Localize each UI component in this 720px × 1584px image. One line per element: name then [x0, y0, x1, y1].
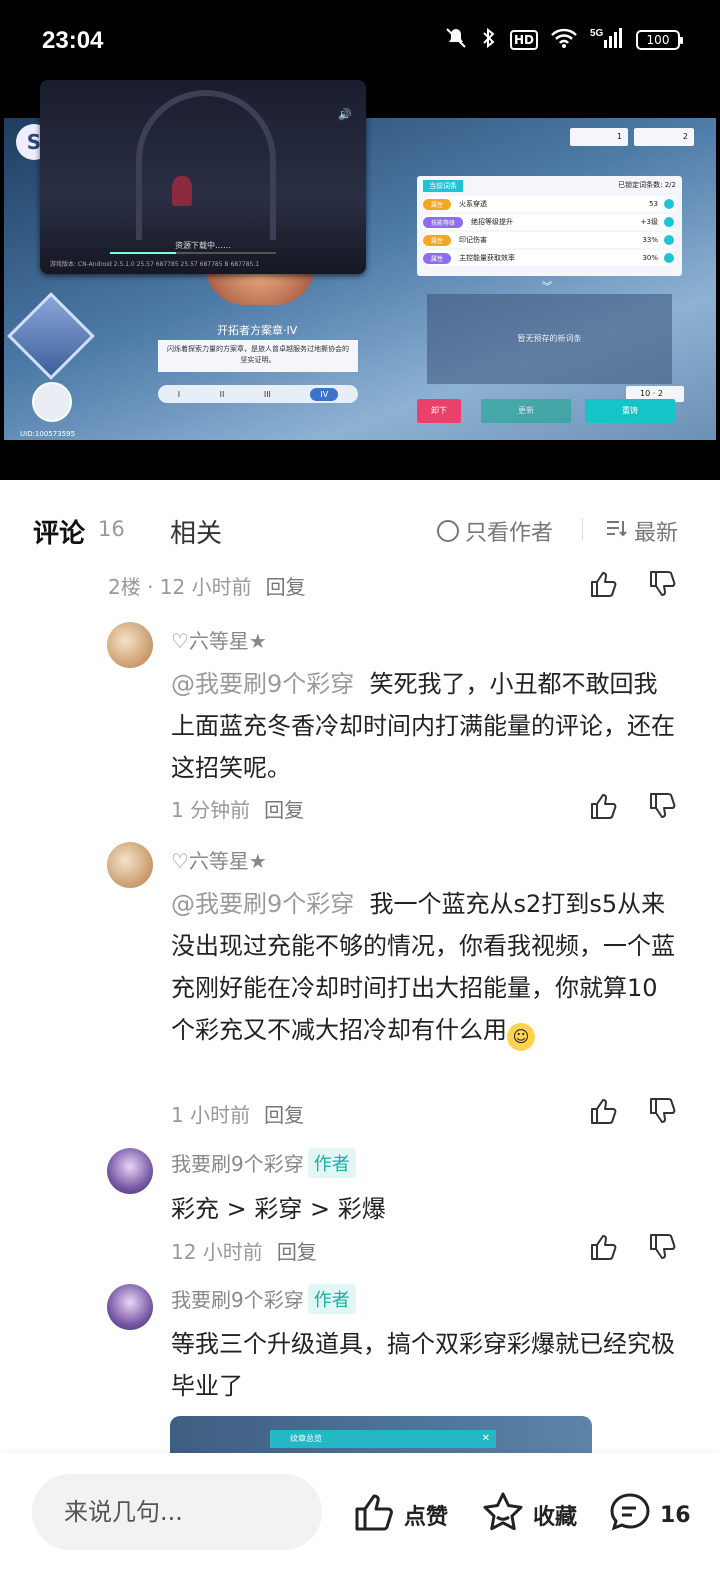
recast-button: 重铸 [585, 399, 675, 423]
favorite-button[interactable]: 收藏 [481, 1490, 577, 1540]
lock-icon [664, 253, 674, 263]
mention[interactable]: @我要刷9个彩穿 [171, 890, 354, 918]
empty-affix: 暂无预存的新词条 [427, 294, 672, 384]
hd-icon: HD [509, 30, 538, 50]
pip-info: 游戏版本: CN-Android 2.5.1.0 25.57 687785 25… [50, 261, 260, 268]
comment-meta: 12 小时前 回复 [171, 1240, 317, 1264]
chevron-down-icon: ︾ [542, 282, 552, 293]
volume-icon[interactable]: 🔊 [338, 108, 352, 121]
comment-meta: 1 分钟前 回复 [171, 798, 305, 822]
panel-locked: 已锁定词条数: 2/2 [618, 181, 676, 189]
level-4: IV [310, 387, 339, 401]
bluetooth-icon [480, 26, 498, 54]
like-icon[interactable] [589, 792, 619, 820]
signal-icon: 5G [590, 26, 624, 54]
counter-1: 1 [570, 128, 628, 146]
unload-button: 卸下 [417, 399, 461, 423]
comment-text: 等我三个升级道具，搞个双彩穿彩爆就已经究极毕业了 [171, 1330, 675, 1400]
smile-emoji-icon: ☺ [507, 1023, 535, 1051]
reply-button[interactable]: 回复 [264, 1103, 304, 1127]
comment-username[interactable]: ♡六等星★ [171, 625, 267, 654]
author-badge: 作者 [307, 1148, 356, 1178]
network-label: 5G [590, 28, 604, 39]
like-button[interactable]: 点赞 [352, 1490, 448, 1540]
like-icon [352, 1490, 396, 1540]
mute-icon [444, 26, 468, 54]
affix-row: 属性 主控能量获取效率 30% [423, 250, 676, 266]
dislike-icon[interactable] [648, 570, 678, 598]
avatar[interactable] [107, 842, 153, 888]
divider [582, 518, 583, 540]
like-icon[interactable] [589, 1097, 619, 1125]
wifi-icon [550, 27, 578, 53]
pip-progress [110, 252, 276, 254]
lock-icon [664, 217, 674, 227]
level-selector: I II III IV [158, 385, 358, 403]
avatar[interactable] [107, 1148, 153, 1194]
comment-username[interactable]: 我要刷9个彩穿 作者 [171, 1148, 356, 1178]
affix-row: 属性 印记伤害 33% [423, 232, 676, 248]
counter-2: 2 [634, 128, 694, 146]
avatar[interactable] [107, 1284, 153, 1330]
panel-title: 当前词条 [423, 180, 463, 192]
level-2: II [219, 389, 225, 399]
reply-button[interactable]: 回复 [264, 798, 304, 822]
battery-icon: 100 [636, 30, 683, 50]
comments-button[interactable]: 16 [608, 1490, 691, 1540]
affix-panel: 当前词条 已锁定词条数: 2/2 属性 火系穿透 53 技能等级 绝招等级提升 +3级 … [417, 176, 682, 276]
sort-button[interactable]: 最新 [604, 515, 678, 547]
comment-text: @我要刷9个彩穿 笑死我了，小丑都不敢回我上面蓝充冬香冷却时间内打满能量的评论，… [171, 670, 675, 782]
comment-icon [608, 1490, 652, 1540]
tab-comments[interactable]: 评论 [33, 513, 85, 550]
dislike-icon[interactable] [648, 1097, 678, 1125]
comment-username[interactable]: ♡六等星★ [171, 845, 267, 874]
comment-meta: 1 小时前 回复 [171, 1103, 305, 1127]
game-uid: UID:100573595 [20, 430, 76, 438]
game-avatar [32, 382, 72, 422]
like-icon[interactable] [589, 1233, 619, 1261]
sort-icon [604, 516, 628, 546]
level-1: I [177, 389, 181, 399]
dislike-icon[interactable] [648, 792, 678, 820]
radio-icon [437, 520, 459, 542]
author-badge: 作者 [307, 1284, 356, 1314]
reply-button[interactable]: 回复 [277, 1240, 317, 1264]
comment-text: @我要刷9个彩穿 我一个蓝充从s2打到s5从来没出现过充能不够的情况，你看我视频… [171, 883, 681, 1051]
only-author-toggle[interactable]: 只看作者 [437, 515, 553, 547]
dislike-icon[interactable] [648, 1233, 678, 1261]
comment-image[interactable]: 纹章总览 ✕ [170, 1416, 592, 1456]
comment-meta: 2楼 · 12 小时前 回复 [108, 575, 306, 599]
affix-row: 属性 火系穿透 53 [423, 196, 676, 212]
status-bar: 23:04 HD 5G 100 [0, 0, 720, 80]
lock-icon [664, 199, 674, 209]
lock-icon [664, 235, 674, 245]
avatar[interactable] [107, 622, 153, 668]
tab-comments-count: 16 [98, 517, 125, 541]
comment-text: 彩充 > 彩穿 > 彩爆 [171, 1195, 386, 1223]
comment-input[interactable]: 来说几句... [32, 1474, 322, 1550]
status-time: 23:04 [42, 27, 104, 54]
medal-title: 开拓者方案章·IV [217, 324, 298, 337]
medal-desc: 闪烁着探索力量的方案章，是旅人曾卓越服务过地撕协会的坚实证明。 [158, 340, 358, 372]
like-icon[interactable] [589, 570, 619, 598]
affix-row: 技能等级 绝招等级提升 +3级 [423, 214, 676, 230]
level-3: III [263, 389, 271, 399]
image-preview-title: 纹章总览 ✕ [270, 1430, 496, 1448]
star-icon [481, 1490, 525, 1540]
reply-button[interactable]: 回复 [266, 575, 306, 599]
mention[interactable]: @我要刷9个彩穿 [171, 670, 354, 698]
close-icon: ✕ [481, 1433, 490, 1444]
comment-username[interactable]: 我要刷9个彩穿 作者 [171, 1284, 356, 1314]
tab-related[interactable]: 相关 [170, 513, 222, 550]
pip-loading-text: 资源下载中…… [175, 241, 231, 250]
picture-in-picture[interactable]: 🔊 资源下载中…… 游戏版本: CN-Android 2.5.1.0 25.57… [40, 80, 366, 274]
update-button: 更新 [481, 399, 571, 423]
status-icons: HD 5G 100 [444, 26, 683, 54]
